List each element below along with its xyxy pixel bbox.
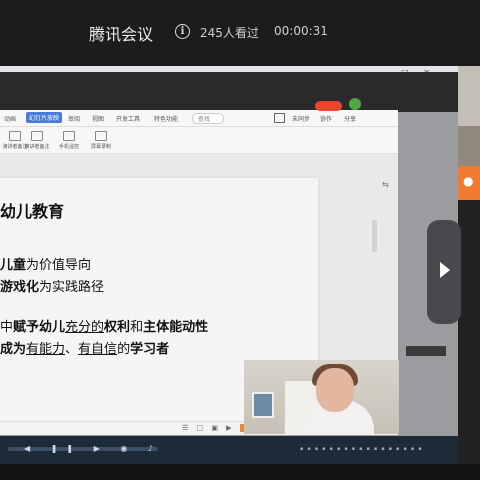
- taskbar-app-icons[interactable]: ◀ ❚❚ ▶ ◉ ♪: [24, 444, 162, 453]
- slide-title: 幼儿教育: [0, 202, 65, 221]
- participant-video[interactable]: [458, 66, 480, 166]
- tab-view[interactable]: 视图: [92, 114, 104, 123]
- tab-developer[interactable]: 开发工具: [116, 114, 140, 123]
- tab-features[interactable]: 特色功能: [154, 114, 178, 123]
- tab-slideshow[interactable]: 幻灯片放映: [26, 112, 63, 123]
- meeting-header: 腾讯会议 i 245人看过 00:00:31: [0, 0, 480, 62]
- collaborate-button[interactable]: 协作: [320, 114, 332, 123]
- emphasis: 成为: [0, 342, 27, 357]
- search-label: 查找: [198, 116, 211, 123]
- toolbar-remote[interactable]: 手机遥控: [54, 131, 84, 150]
- text: 中: [0, 320, 14, 335]
- view-mode-icons[interactable]: ☰ ▢ ▣ ▶: [182, 424, 235, 432]
- notes-icon: [9, 131, 21, 141]
- login-badge[interactable]: [315, 101, 342, 111]
- participant-column: ●: [458, 66, 480, 480]
- underline-text: 有能力: [26, 342, 66, 357]
- meeting-title: 腾讯会议: [89, 25, 154, 44]
- side-toolbar[interactable]: ⇆: [382, 180, 389, 189]
- speaker-video[interactable]: [244, 360, 399, 434]
- ribbon-toolbar: 演讲者备注 演讲者备注 手机遥控 屏幕录制: [0, 127, 398, 154]
- desktop-background: [0, 72, 458, 112]
- emphasis: 赋予幼儿: [13, 320, 66, 335]
- underline-text: 有自信: [78, 342, 118, 357]
- text: 为价值导向: [26, 258, 92, 273]
- notes-icon: [31, 131, 43, 141]
- vertical-scrollbar[interactable]: [372, 220, 377, 252]
- panel-icon[interactable]: [274, 113, 285, 123]
- toolbar-label: 手机遥控: [58, 144, 79, 150]
- viewer-count: 245人看过: [200, 26, 259, 40]
- emphasis: 学习者: [130, 342, 170, 357]
- record-icon: [95, 131, 107, 141]
- system-tray: ▪▪▪▪▪▪▪▪▪▪▪▪▪▪▪▪▪: [300, 446, 426, 452]
- share-button[interactable]: 分享: [344, 114, 356, 123]
- toolbar-label: 演讲者备注: [24, 144, 50, 150]
- user-icon: ●: [463, 174, 474, 188]
- text: 和: [130, 320, 144, 335]
- speaker-face: [316, 368, 354, 412]
- slide-line-4: 成为有能力、有自信的学习者: [0, 338, 169, 357]
- mini-toolbar: [406, 346, 446, 356]
- tab-review[interactable]: 审阅: [68, 114, 80, 123]
- chevron-right-icon: [440, 262, 450, 278]
- emphasis: 游戏化: [0, 280, 40, 295]
- info-icon[interactable]: i: [175, 24, 190, 39]
- toolbar-presenter-notes-2[interactable]: 演讲者备注: [22, 131, 52, 150]
- toolbar-screen-record[interactable]: 屏幕录制: [86, 131, 116, 150]
- slide-line-1: 儿童为价值导向: [0, 254, 91, 273]
- text: 的: [117, 342, 131, 357]
- elapsed-timer: 00:00:31: [274, 24, 328, 38]
- phone-icon: [63, 131, 75, 141]
- slide-line-3: 中赋予幼儿充分的权利和主体能动性: [0, 316, 208, 335]
- emphasis: 权利: [104, 320, 131, 335]
- tab-animation[interactable]: 动画: [4, 114, 16, 123]
- network-icon: [349, 98, 361, 110]
- taskbar: ◀ ❚❚ ▶ ◉ ♪ ▪▪▪▪▪▪▪▪▪▪▪▪▪▪▪▪▪: [0, 436, 458, 464]
- ribbon-tabs: 动画 幻灯片放映 审阅 视图 开发工具 特色功能 查找 未同步 协作 分享: [0, 101, 398, 127]
- participant-avatar[interactable]: ●: [458, 166, 480, 200]
- emphasis: 主体能动性: [143, 320, 209, 335]
- underline-text: 充分的: [65, 320, 105, 335]
- text: 、: [65, 342, 79, 357]
- participant-video-lower: [458, 126, 480, 166]
- wall-picture: [252, 392, 274, 418]
- text: 为实践路径: [39, 280, 105, 295]
- sync-status[interactable]: 未同步: [292, 114, 310, 123]
- emphasis: 儿童: [0, 258, 27, 273]
- toolbar-label: 屏幕录制: [90, 144, 111, 150]
- slide-line-2: 游戏化为实践路径: [0, 276, 104, 295]
- bottom-bar: [0, 464, 480, 480]
